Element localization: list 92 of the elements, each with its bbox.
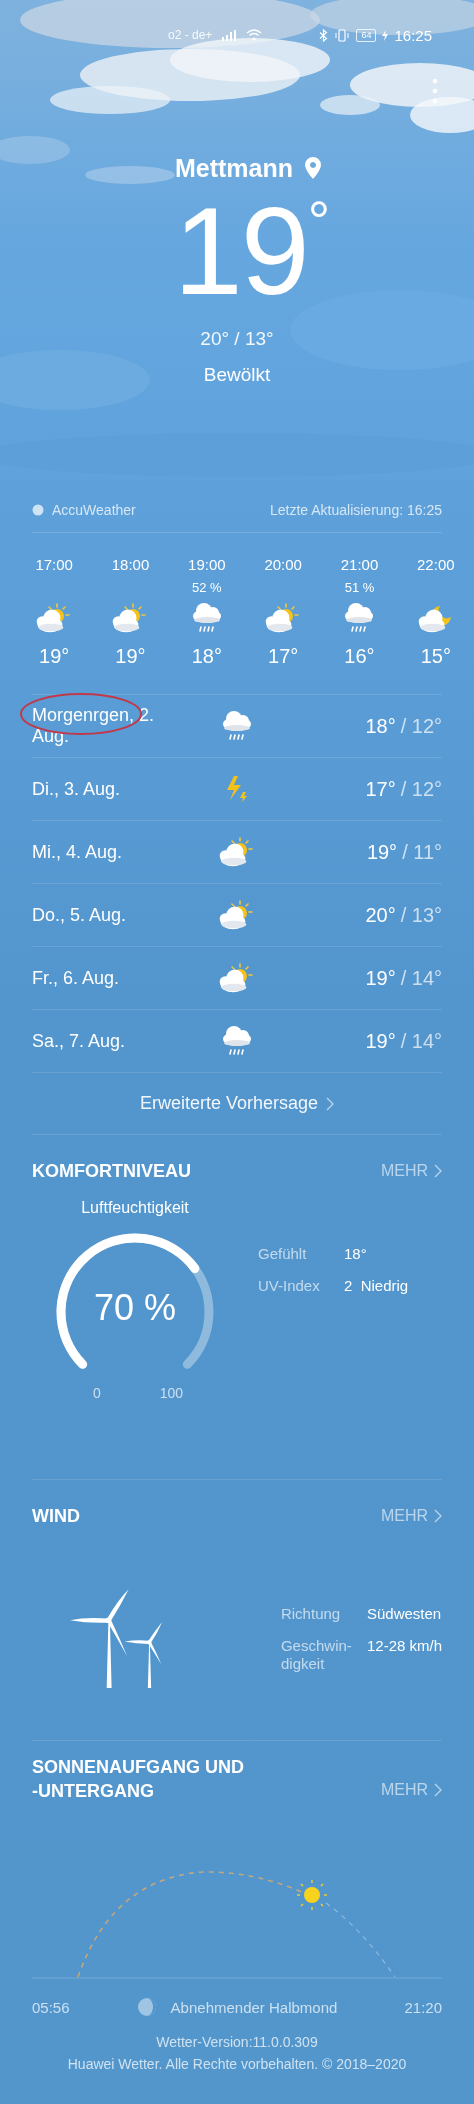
carrier-name: o2 - de+: [168, 28, 213, 42]
section-title: WIND: [32, 1505, 80, 1528]
high-temperature: 19°: [365, 1029, 396, 1053]
vibrate-icon: [334, 28, 351, 42]
high-temperature: 20°: [365, 903, 396, 927]
high-temperature: 17°: [365, 777, 396, 801]
day-date: Fr., 6. Aug.: [32, 967, 121, 989]
charging-icon: [382, 29, 389, 41]
chevron-icon: [434, 1509, 442, 1523]
menu-icon[interactable]: [432, 78, 438, 104]
partly-sunny-icon: [112, 603, 149, 633]
hour-time: 19:00: [188, 555, 226, 575]
copyright-text: Huawei Wetter. Alle Rechte vorbehalten. © 2018–2020: [67, 2055, 407, 2074]
partly-sunny-icon: [219, 900, 255, 930]
moon-cloud-icon: [417, 603, 454, 633]
extended-forecast-link[interactable]: Erweiterte Vorhersage: [32, 1072, 442, 1135]
section-title: KOMFORTNIVEAU: [32, 1160, 191, 1183]
low-temperature: / 13°: [400, 903, 442, 927]
sunset-time: 21:20: [404, 1998, 442, 2016]
chevron-icon: [434, 1783, 442, 1797]
bluetooth-icon: [319, 28, 329, 42]
scale-min: 0: [93, 1385, 101, 1401]
weather-condition: Bewölkt: [203, 364, 271, 386]
clock-time: 16:25: [394, 26, 432, 44]
hour-temperature: 18°: [191, 645, 222, 668]
low-temperature: / 12°: [400, 777, 442, 801]
app-version: Wetter-Version:11.0.0.309: [156, 2033, 318, 2052]
chevron-icon: [434, 1164, 442, 1178]
day-date: Do., 5. Aug.: [32, 904, 128, 926]
sun-icon: [296, 1879, 328, 1911]
battery-level: 64: [356, 28, 377, 42]
more-link[interactable]: MEHR: [380, 1162, 442, 1180]
lightning-icon: [224, 775, 250, 803]
detail-value: 18°: [344, 1245, 368, 1263]
gauge-label: Luftfeuchtigkeit: [81, 1199, 189, 1217]
rain-icon: [221, 710, 253, 742]
half-moon-icon: [136, 1997, 157, 2017]
more-link[interactable]: MEHR: [380, 1781, 442, 1799]
degree-sign: °: [307, 196, 331, 246]
hour-time: 17:00: [35, 555, 73, 575]
provider-name: AccuWeather: [52, 502, 136, 518]
detail-label: Gefühlt: [258, 1245, 308, 1263]
sunrise-time: 05:56: [32, 1998, 70, 2016]
location-pin-icon: [305, 157, 322, 179]
day-date: Mi., 4. Aug.: [32, 841, 124, 863]
hour-temperature: 19°: [39, 645, 70, 668]
detail-label: Richtung: [280, 1605, 342, 1623]
hour-time: 22:00: [417, 555, 455, 575]
humidity-value: 70 %: [92, 1287, 178, 1329]
chevron-icon: [326, 1096, 335, 1111]
low-temperature: / 11°: [402, 840, 442, 864]
detail-value: 12-28 km/h: [366, 1637, 442, 1656]
moon-phase: Abnehmender Halbmond: [170, 1998, 338, 2016]
high-temperature: 18°: [365, 714, 396, 738]
day-date: Di., 3. Aug.: [32, 778, 122, 800]
partly-sunny-icon: [265, 603, 302, 633]
hour-temperature: 17°: [268, 645, 299, 668]
hour-temperature: 15°: [420, 645, 451, 668]
more-link[interactable]: MEHR: [380, 1507, 442, 1525]
current-temperature: 19: [173, 196, 308, 306]
hour-time: 20:00: [264, 555, 302, 575]
day-date: Morgenrgen, 2. Aug.: [32, 705, 156, 747]
hour-temperature: 19°: [115, 645, 146, 668]
low-temperature: / 12°: [400, 714, 442, 738]
rain-icon: [190, 602, 223, 634]
low-temperature: / 14°: [400, 1029, 442, 1053]
city-name: Mettmann: [174, 153, 294, 184]
detail-value: 2 Niedrig: [344, 1277, 409, 1295]
rain-icon: [221, 1025, 253, 1057]
day-date: Sa., 7. Aug.: [32, 1030, 127, 1052]
low-temperature: / 14°: [400, 966, 442, 990]
high-temperature: 19°: [365, 966, 396, 990]
hour-time: 21:00: [340, 555, 379, 575]
high-temperature: 19°: [366, 840, 398, 864]
precipitation-chance: 52 %: [192, 580, 222, 595]
signal-icon: [222, 29, 237, 41]
detail-label: UV-Index: [258, 1277, 321, 1295]
hour-temperature: 16°: [344, 645, 375, 668]
detail-label: Geschwin-digkeit: [280, 1637, 353, 1673]
rain-icon: [343, 602, 376, 634]
last-update: Letzte Aktualisierung: 16:25: [270, 502, 442, 518]
detail-value: Südwesten: [366, 1605, 442, 1623]
partly-sunny-icon: [36, 603, 73, 633]
partly-sunny-icon: [219, 963, 255, 993]
scale-max: 100: [159, 1385, 183, 1401]
partly-sunny-icon: [219, 837, 255, 867]
sun-icon: [32, 504, 44, 516]
precipitation-chance: 51 %: [344, 580, 375, 595]
hour-time: 18:00: [111, 555, 150, 575]
wifi-icon: [246, 29, 263, 41]
section-title: SONNENAUFGANG UND -UNTERGANG: [32, 1756, 245, 1803]
temperature-range: 20° / 13°: [200, 328, 274, 350]
